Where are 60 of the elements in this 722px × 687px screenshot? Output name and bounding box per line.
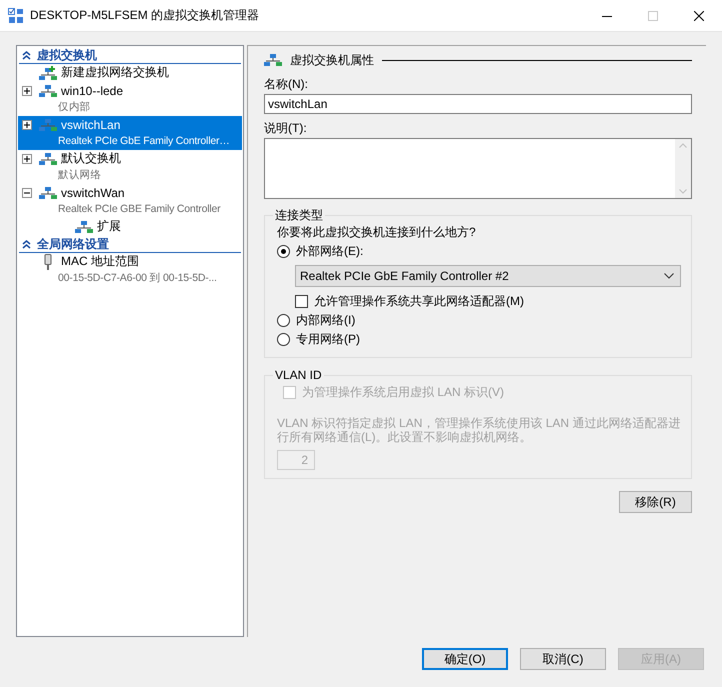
name-field[interactable]: vswitchLan	[264, 94, 692, 114]
item-label: 新建虚拟网络交换机	[61, 64, 169, 81]
tree-item[interactable]: 扩展	[18, 218, 242, 236]
item-sublabel: 00-15-5D-C7-A6-00 到 00-15-5D-...	[58, 271, 217, 286]
item-sublabel: 默认网络	[58, 168, 102, 183]
section-title[interactable]: 全局网络设置	[37, 236, 109, 252]
remove-button[interactable]: 移除(R)	[619, 491, 692, 513]
caret-icon	[664, 273, 674, 279]
network-switch-icon	[39, 118, 57, 130]
network-switch-icon	[39, 84, 57, 96]
item-label: vswitchWan	[61, 186, 125, 200]
window-title: DESKTOP-M5LFSEM 的虚拟交换机管理器	[30, 7, 260, 24]
radio-label: 内部网络(I)	[296, 312, 356, 329]
item-label: vswitchLan	[61, 118, 120, 132]
checkbox-label: 为管理操作系统启用虚拟 LAN 标识(V)	[302, 384, 504, 400]
radio-button[interactable]	[277, 245, 290, 258]
network-switch-icon	[39, 186, 57, 198]
adapter-dropdown[interactable]: Realtek PCIe GbE Family Controller #2	[295, 265, 681, 287]
close-icon[interactable]	[694, 10, 704, 20]
item-label: MAC 地址范围	[61, 253, 139, 270]
section-chevron-icon[interactable]	[22, 240, 31, 248]
network-switch-icon	[264, 54, 282, 66]
radio-button[interactable]	[277, 314, 290, 327]
tree-item[interactable]: vswitchWan Realtek PCIe GBE Family Controller	[18, 184, 242, 218]
dialog-button[interactable]: 确定(O)	[422, 648, 508, 670]
radio-button[interactable]	[277, 333, 290, 346]
tree-item[interactable]: 默认交换机 默认网络	[18, 150, 242, 184]
radio-label: 专用网络(P)	[296, 331, 360, 348]
group-title: VLAN ID	[274, 368, 323, 382]
expander-icon[interactable]	[22, 86, 32, 96]
tree-item[interactable]: win10--lede 仅内部	[18, 82, 242, 116]
expander-icon[interactable]	[22, 120, 32, 130]
expander-icon[interactable]	[22, 154, 32, 164]
item-label: 默认交换机	[61, 150, 121, 167]
vlan-description: VLAN 标识符指定虚拟 LAN，管理操作系统使用该 LAN 通过此网络适配器进行所有网络通信(L)。此设置不影响虚拟机网络。	[277, 416, 681, 444]
panel-heading: 虚拟交换机属性	[290, 52, 374, 68]
app-icon	[8, 8, 24, 24]
item-sublabel: Realtek PCIe GbE Family Controller…	[58, 134, 230, 149]
radio-label: 外部网络(E):	[296, 243, 364, 260]
network-switch-icon	[39, 152, 57, 164]
dialog-button[interactable]: 取消(C)	[520, 648, 606, 670]
item-label: 扩展	[97, 218, 121, 235]
add-network-icon	[39, 66, 57, 80]
field-label: 名称(N):	[264, 76, 309, 92]
expander-icon[interactable]	[22, 188, 32, 198]
tree-item[interactable]: vswitchLan Realtek PCIe GbE Family Controller…	[18, 116, 242, 150]
item-sublabel: 仅内部	[58, 100, 90, 115]
item-sublabel: Realtek PCIe GBE Family Controller	[58, 202, 220, 217]
section-chevron-icon[interactable]	[22, 50, 31, 60]
item-label: win10--lede	[61, 84, 124, 98]
checkbox[interactable]	[295, 294, 308, 308]
network-adapter-icon	[43, 254, 53, 270]
section-title[interactable]: 虚拟交换机	[37, 46, 97, 64]
question-text: 你要将此虚拟交换机连接到什么地方?	[277, 224, 477, 241]
network-switch-icon	[75, 220, 93, 232]
tree-item[interactable]: MAC 地址范围 00-15-5D-C7-A6-00 到 00-15-5D-...	[18, 253, 242, 287]
tree-item[interactable]: 新建虚拟网络交换机	[18, 64, 242, 82]
checkbox-label: 允许管理操作系统共享此网络适配器(M)	[314, 292, 524, 310]
field-label: 说明(T):	[264, 120, 308, 136]
group-title: 连接类型	[274, 207, 324, 224]
